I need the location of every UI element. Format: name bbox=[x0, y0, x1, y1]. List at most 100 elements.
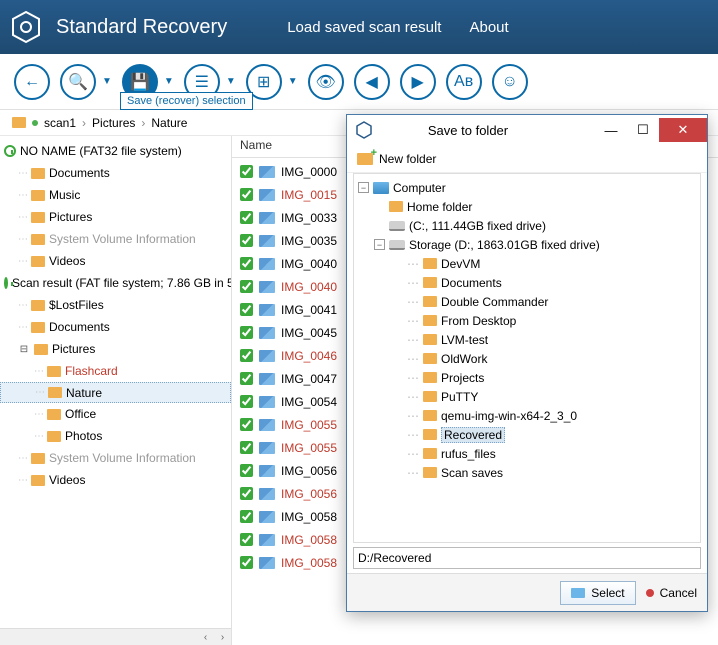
tree-item[interactable]: ⋯Music bbox=[0, 184, 231, 206]
tree-item[interactable]: ⋯Videos bbox=[0, 250, 231, 272]
tree-item[interactable]: Scan result (FAT file system; 7.86 GB in… bbox=[0, 272, 231, 294]
file-checkbox[interactable] bbox=[240, 395, 253, 408]
file-checkbox[interactable] bbox=[240, 464, 253, 477]
menu-about[interactable]: About bbox=[469, 19, 508, 36]
breadcrumb-item[interactable]: scan1 bbox=[44, 116, 76, 130]
font-button[interactable]: Aʙ bbox=[446, 64, 482, 100]
file-checkbox[interactable] bbox=[240, 303, 253, 316]
horizontal-scrollbar[interactable]: ‹ › bbox=[0, 628, 231, 645]
image-icon bbox=[259, 327, 275, 339]
file-checkbox[interactable] bbox=[240, 280, 253, 293]
folder-tree-item[interactable]: ⋯OldWork bbox=[354, 349, 700, 368]
file-name: IMG_0041 bbox=[281, 303, 337, 317]
tree-item[interactable]: ⋯Documents bbox=[0, 316, 231, 338]
file-checkbox[interactable] bbox=[240, 556, 253, 569]
folder-tree-item[interactable]: ⋯qemu-img-win-x64-2_3_0 bbox=[354, 406, 700, 425]
tree-item[interactable]: ⋯Videos bbox=[0, 469, 231, 491]
breadcrumb-item[interactable]: Nature bbox=[151, 116, 187, 130]
file-checkbox[interactable] bbox=[240, 257, 253, 270]
tree-item[interactable]: ⋯$LostFiles bbox=[0, 294, 231, 316]
file-name: IMG_0058 bbox=[281, 556, 337, 570]
tree-item[interactable]: ⋯System Volume Information bbox=[0, 228, 231, 250]
tree-item[interactable]: ⋯Nature bbox=[0, 382, 231, 403]
user-button[interactable]: ☺ bbox=[492, 64, 528, 100]
image-icon bbox=[259, 189, 275, 201]
folder-tree-item[interactable]: ⋯PuTTY bbox=[354, 387, 700, 406]
image-icon bbox=[259, 442, 275, 454]
file-checkbox[interactable] bbox=[240, 487, 253, 500]
file-name: IMG_0015 bbox=[281, 188, 337, 202]
file-checkbox[interactable] bbox=[240, 349, 253, 362]
file-checkbox[interactable] bbox=[240, 234, 253, 247]
file-checkbox[interactable] bbox=[240, 418, 253, 431]
folder-tree-item[interactable]: ⋯Scan saves bbox=[354, 463, 700, 482]
tree-item[interactable]: ⋯Office bbox=[0, 403, 231, 425]
tree-item[interactable]: ⊟Pictures bbox=[0, 338, 231, 360]
folder-tree-item[interactable]: ⋯From Desktop bbox=[354, 311, 700, 330]
save-caret-icon[interactable]: ▼ bbox=[164, 76, 174, 87]
search-button[interactable]: 🔍 bbox=[60, 64, 96, 100]
image-icon bbox=[259, 350, 275, 362]
maximize-button[interactable]: ☐ bbox=[627, 118, 659, 142]
back-button[interactable]: ← bbox=[14, 64, 50, 100]
grid-caret-icon[interactable]: ▼ bbox=[288, 76, 298, 87]
file-checkbox[interactable] bbox=[240, 441, 253, 454]
app-logo-icon bbox=[8, 9, 44, 45]
menu-load-scan[interactable]: Load saved scan result bbox=[287, 19, 441, 36]
dialog-toolbar: New folder bbox=[347, 145, 707, 173]
file-name: IMG_0040 bbox=[281, 280, 337, 294]
folder-tree-item[interactable]: ⋯LVM-test bbox=[354, 330, 700, 349]
search-caret-icon[interactable]: ▼ bbox=[102, 76, 112, 87]
folder-tree-item[interactable]: ⋯Double Commander bbox=[354, 292, 700, 311]
folder-tree-item[interactable]: ⋯Recovered bbox=[354, 425, 700, 444]
file-name: IMG_0046 bbox=[281, 349, 337, 363]
file-checkbox[interactable] bbox=[240, 510, 253, 523]
file-checkbox[interactable] bbox=[240, 533, 253, 546]
tree-item[interactable]: ⋯Photos bbox=[0, 425, 231, 447]
image-icon bbox=[259, 304, 275, 316]
chevron-right-icon: › bbox=[141, 116, 145, 130]
select-button[interactable]: Select bbox=[560, 581, 635, 605]
next-button[interactable]: ▶ bbox=[400, 64, 436, 100]
file-name: IMG_0056 bbox=[281, 464, 337, 478]
minimize-button[interactable]: — bbox=[595, 118, 627, 142]
image-icon bbox=[259, 281, 275, 293]
folder-tree-item[interactable]: −Computer bbox=[354, 178, 700, 197]
file-name: IMG_0054 bbox=[281, 395, 337, 409]
folder-tree-item[interactable]: Home folder bbox=[354, 197, 700, 216]
folder-tree-item[interactable]: ⋯Projects bbox=[354, 368, 700, 387]
file-name: IMG_0045 bbox=[281, 326, 337, 340]
path-field-container bbox=[353, 547, 701, 569]
close-button[interactable]: ✕ bbox=[659, 118, 707, 142]
file-checkbox[interactable] bbox=[240, 188, 253, 201]
cancel-button[interactable]: Cancel bbox=[646, 586, 697, 600]
image-icon bbox=[259, 235, 275, 247]
dialog-button-bar: Select Cancel bbox=[347, 573, 707, 611]
folder-tree-item[interactable]: ⋯rufus_files bbox=[354, 444, 700, 463]
folder-tree-item[interactable]: (C:, 111.44GB fixed drive) bbox=[354, 216, 700, 235]
new-folder-button[interactable]: New folder bbox=[379, 152, 436, 166]
file-checkbox[interactable] bbox=[240, 326, 253, 339]
list-caret-icon[interactable]: ▼ bbox=[226, 76, 236, 87]
binoculars-button[interactable]: 👁 bbox=[308, 64, 344, 100]
prev-button[interactable]: ◀ bbox=[354, 64, 390, 100]
scroll-left-icon[interactable]: ‹ bbox=[197, 629, 214, 645]
file-checkbox[interactable] bbox=[240, 211, 253, 224]
file-name: IMG_0033 bbox=[281, 211, 337, 225]
scroll-right-icon[interactable]: › bbox=[214, 629, 231, 645]
folder-tree-item[interactable]: ⋯DevVM bbox=[354, 254, 700, 273]
image-icon bbox=[259, 373, 275, 385]
file-checkbox[interactable] bbox=[240, 165, 253, 178]
tree-item[interactable]: ⋯System Volume Information bbox=[0, 447, 231, 469]
tree-item[interactable]: ⋯Flashcard bbox=[0, 360, 231, 382]
dialog-titlebar[interactable]: Save to folder — ☐ ✕ bbox=[347, 115, 707, 145]
breadcrumb-item[interactable]: Pictures bbox=[92, 116, 135, 130]
tree-item[interactable]: ⋯Pictures bbox=[0, 206, 231, 228]
path-input[interactable] bbox=[353, 547, 701, 569]
folder-tree-item[interactable]: ⋯Documents bbox=[354, 273, 700, 292]
tree-item[interactable]: NO NAME (FAT32 file system) bbox=[0, 140, 231, 162]
folder-tree[interactable]: −ComputerHome folder(C:, 111.44GB fixed … bbox=[353, 173, 701, 543]
file-checkbox[interactable] bbox=[240, 372, 253, 385]
folder-tree-item[interactable]: −Storage (D:, 1863.01GB fixed drive) bbox=[354, 235, 700, 254]
tree-item[interactable]: ⋯Documents bbox=[0, 162, 231, 184]
